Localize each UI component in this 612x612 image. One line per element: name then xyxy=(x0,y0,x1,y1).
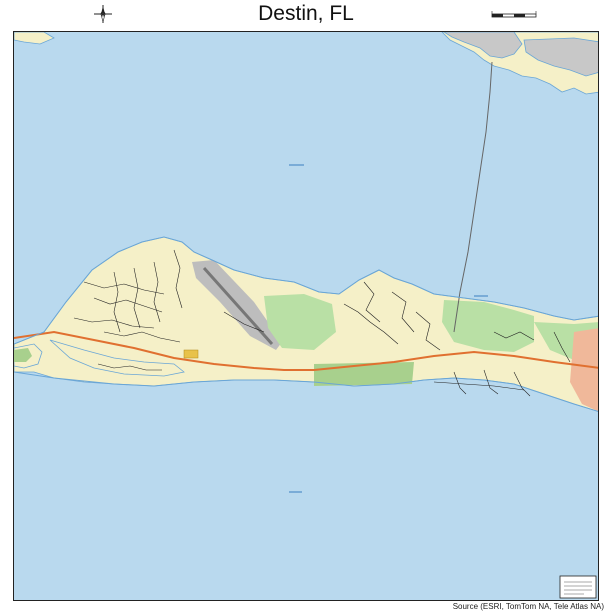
map-frame[interactable] xyxy=(13,31,599,601)
map-figure: Destin, FL Source (ESRI, TomTom NA, Tele… xyxy=(0,0,612,612)
scale-bar-icon xyxy=(491,11,537,18)
north-arrow-icon xyxy=(94,5,112,23)
source-credit: Source (ESRI, TomTom NA, Tele Atlas NA) xyxy=(452,602,604,611)
map-canvas[interactable] xyxy=(14,32,599,601)
harbor-marker xyxy=(183,349,199,359)
legend-box-icon xyxy=(559,575,597,599)
